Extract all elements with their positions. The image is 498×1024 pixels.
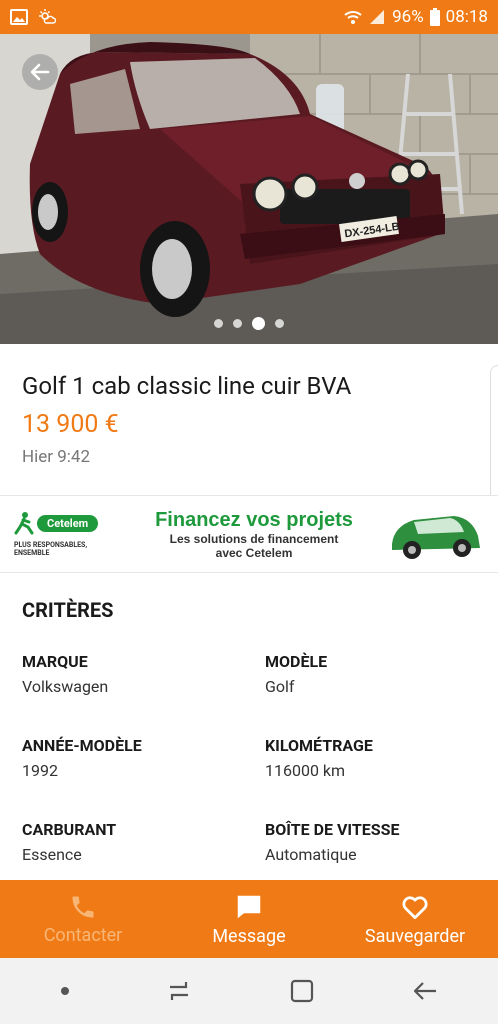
ad-price: 13 900 € [22, 410, 119, 439]
save-button[interactable]: Sauvegarder [332, 880, 498, 958]
carousel-dot[interactable] [233, 319, 242, 328]
weather-icon [39, 9, 56, 24]
cetelem-tagline: PLUS RESPONSABLES, ENSEMBLE [14, 541, 88, 557]
criterion-label: ANNÉE-MODÈLE [22, 736, 142, 755]
banner-subline-1: Les solutions de financement [169, 531, 339, 546]
message-button[interactable]: Message [166, 880, 332, 958]
home-icon[interactable] [287, 976, 317, 1006]
running-man-icon [14, 512, 34, 535]
criterion-value: 116000 km [265, 761, 346, 780]
ad-header: Golf 1 cab classic line cuir BVA 13 900 … [0, 344, 498, 494]
chat-bubble-icon [237, 895, 261, 918]
ad-photo-carousel[interactable]: DX-254-LB [0, 34, 498, 344]
heart-icon [402, 895, 428, 919]
criterion-label: MARQUE [22, 652, 88, 671]
criterion-value: Golf [265, 677, 295, 696]
call-label: Contacter [43, 924, 123, 946]
ad-date: Hier 9:42 [22, 447, 91, 467]
criterion-brand: MARQUE Volkswagen [22, 652, 265, 696]
criterion-year: ANNÉE-MODÈLE 1992 [22, 736, 265, 780]
criterion-label: KILOMÉTRAGE [265, 736, 373, 755]
banner-text: Financez vos projets Les solutions de fi… [124, 509, 384, 560]
carousel-indicator [0, 317, 498, 330]
clock: 08:18 [445, 7, 488, 27]
criterion-mileage: KILOMÉTRAGE 116000 km [265, 736, 475, 780]
recent-apps-icon[interactable] [164, 976, 194, 1006]
back-button[interactable] [22, 54, 58, 90]
save-label: Sauvegarder [364, 925, 466, 947]
carousel-dot-active[interactable] [252, 317, 265, 330]
criterion-model: MODÈLE Golf [265, 652, 475, 696]
signal-icon [370, 10, 385, 24]
criterion-label: CARBURANT [22, 820, 117, 839]
criteria-section: CRITÈRES MARQUE Volkswagen MODÈLE Golf A… [0, 574, 498, 864]
cetelem-logo: Cetelem PLUS RESPONSABLES, ENSEMBLE [14, 511, 124, 557]
carousel-dot[interactable] [214, 319, 223, 328]
wifi-icon [344, 11, 362, 24]
criterion-value: Automatique [265, 845, 357, 864]
battery-percent: 96% [392, 7, 424, 27]
criterion-value: Volkswagen [22, 677, 109, 696]
action-bar: Contacter Message Sauvegarder [0, 880, 498, 958]
criterion-value: 1992 [22, 761, 58, 780]
carousel-dot[interactable] [275, 319, 284, 328]
arrow-left-icon [30, 63, 50, 81]
cetelem-brand: Cetelem [37, 514, 99, 532]
dot-icon[interactable] [59, 985, 71, 997]
back-nav-icon[interactable] [410, 976, 440, 1006]
criteria-heading: CRITÈRES [22, 598, 114, 622]
battery-icon [429, 8, 440, 26]
image-icon [10, 9, 28, 25]
system-nav-bar [0, 958, 498, 1024]
green-car-icon [392, 516, 480, 559]
banner-headline: Financez vos projets [155, 508, 353, 531]
message-label: Message [212, 925, 286, 947]
banner-subline-2: avec Cetelem [215, 545, 293, 560]
criterion-label: BOÎTE DE VITESSE [265, 820, 400, 839]
car-photo: DX-254-LB [0, 34, 498, 344]
criterion-value: Essence [22, 845, 82, 864]
criterion-gearbox: BOÎTE DE VITESSE Automatique [265, 820, 475, 864]
ad-title: Golf 1 cab classic line cuir BVA [22, 372, 352, 400]
status-bar: 96% 08:18 [0, 0, 498, 34]
phone-icon [72, 896, 94, 917]
criterion-fuel: CARBURANT Essence [22, 820, 265, 864]
criterion-label: MODÈLE [265, 652, 328, 671]
cetelem-banner-ad[interactable]: Cetelem PLUS RESPONSABLES, ENSEMBLE Fina… [0, 495, 498, 573]
call-button[interactable]: Contacter [0, 880, 166, 958]
